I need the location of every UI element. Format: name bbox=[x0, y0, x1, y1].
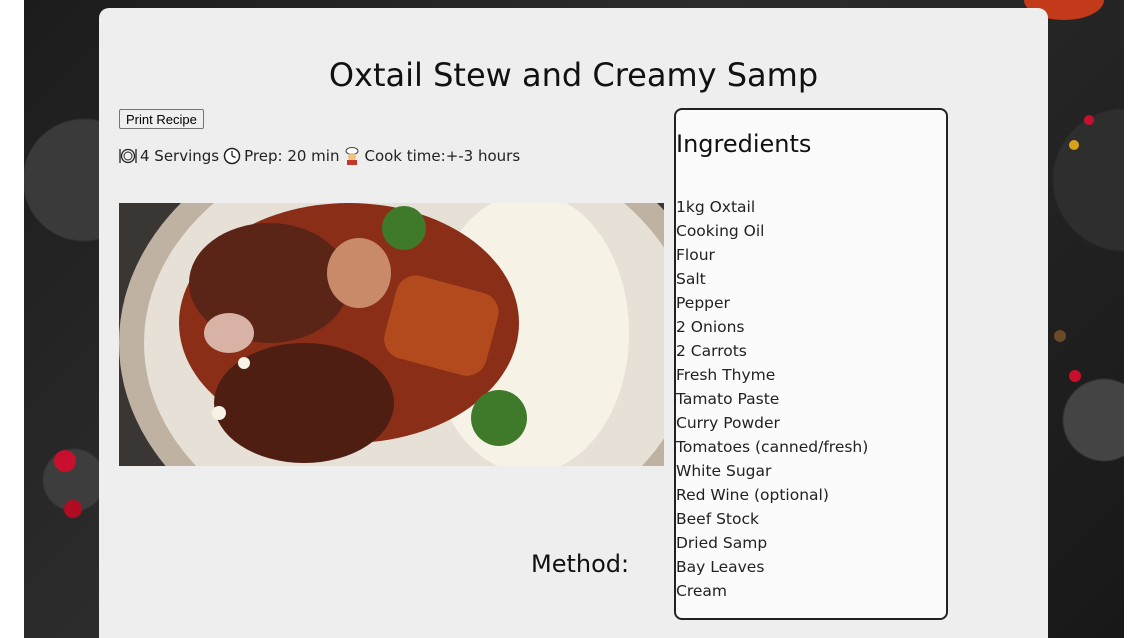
recipe-meta: 4 Servings Prep: 20 min Cook time:+-3 ho… bbox=[119, 147, 520, 165]
chef-icon bbox=[345, 147, 359, 165]
ingredient-item: Fresh Thyme bbox=[676, 366, 776, 384]
ingredient-item: Pepper bbox=[676, 294, 730, 312]
ingredient-item: Tamato Paste bbox=[676, 390, 780, 408]
recipe-photo bbox=[119, 203, 664, 466]
ingredient-item: Beef Stock bbox=[676, 510, 759, 528]
ingredient-item: Flour bbox=[676, 246, 715, 264]
ingredient-item: Cream bbox=[676, 582, 727, 600]
print-recipe-button[interactable]: Print Recipe bbox=[119, 109, 204, 129]
ingredient-item: 1kg Oxtail bbox=[676, 198, 756, 216]
ingredients-heading: Ingredients bbox=[676, 130, 812, 158]
ingredient-item: 2 Carrots bbox=[676, 342, 747, 360]
cook-time-text: Cook time:+-3 hours bbox=[364, 147, 521, 165]
servings-text: 4 Servings bbox=[140, 147, 220, 165]
clock-icon bbox=[223, 147, 241, 165]
ingredient-item: Tomatoes (canned/fresh) bbox=[676, 438, 869, 456]
ingredients-list: 1kg Oxtail Cooking Oil Flour Salt Pepper… bbox=[676, 195, 868, 603]
prep-time-text: Prep: 20 min bbox=[244, 147, 340, 165]
method-heading: Method: bbox=[531, 550, 630, 578]
ingredient-item: Salt bbox=[676, 270, 706, 288]
ingredient-item: Bay Leaves bbox=[676, 558, 765, 576]
plate-cutlery-icon bbox=[119, 148, 137, 164]
ingredient-item: Cooking Oil bbox=[676, 222, 765, 240]
ingredient-item: 2 Onions bbox=[676, 318, 745, 336]
ingredient-item: White Sugar bbox=[676, 462, 772, 480]
ingredient-item: Curry Powder bbox=[676, 414, 780, 432]
ingredient-item: Red Wine (optional) bbox=[676, 486, 829, 504]
ingredient-item: Dried Samp bbox=[676, 534, 768, 552]
recipe-title: Oxtail Stew and Creamy Samp bbox=[328, 56, 819, 94]
ingredients-panel: Ingredients 1kg Oxtail Cooking Oil Flour… bbox=[674, 108, 948, 620]
recipe-card: Oxtail Stew and Creamy Samp Print Recipe… bbox=[99, 8, 1048, 638]
